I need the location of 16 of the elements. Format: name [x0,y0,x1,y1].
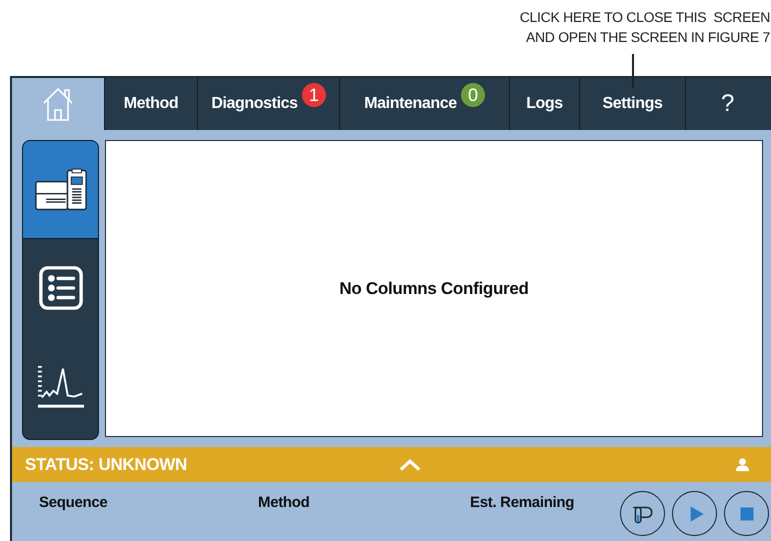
home-icon [41,86,75,122]
sidebar-item[interactable] [23,141,98,239]
count-badge: 1 [302,83,326,107]
play-button[interactable] [672,491,717,536]
count-badge: 0 [460,83,485,107]
empty-message: No Columns Configured [339,278,529,298]
column-label: Sequence [39,494,108,511]
leader-line [632,54,634,88]
stop-button[interactable] [724,491,769,536]
annotation-text: AND OPEN THE SCREEN IN FIGURE 7 [526,28,770,47]
status-text: STATUS: UNKNOWN [25,454,188,474]
annotation-text: CLICK HERE TO CLOSE THIS SCREEN [520,8,770,27]
sample-button[interactable] [620,491,665,536]
column-label: Method [258,494,310,511]
column-label: Est. Remaining [470,494,574,511]
instrument-icon [34,166,86,212]
